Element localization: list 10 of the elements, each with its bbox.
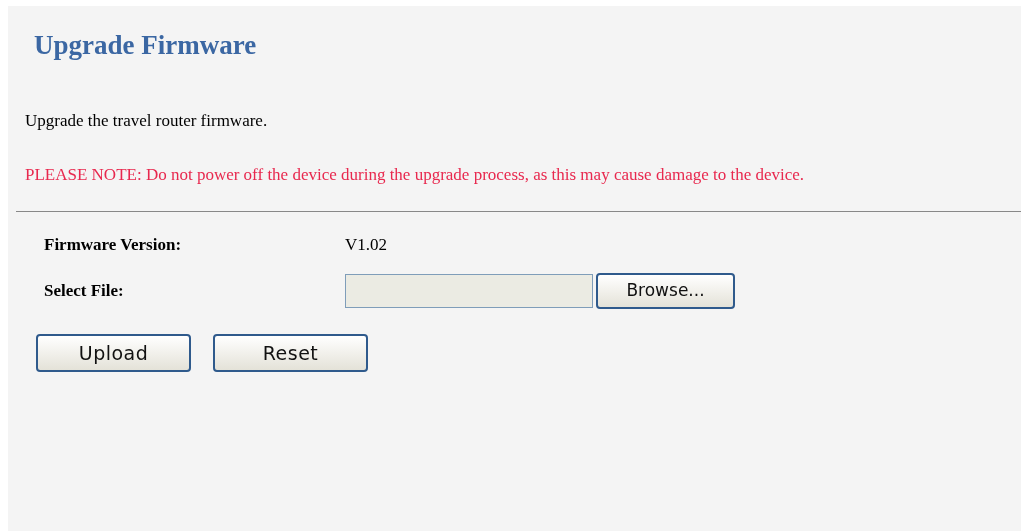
field-label: Firmware Version: bbox=[44, 235, 182, 255]
file-path-field[interactable] bbox=[345, 274, 593, 308]
field-label: Select File: bbox=[44, 281, 124, 301]
browse-button[interactable]: Browse... bbox=[596, 273, 735, 309]
warning-note: PLEASE NOTE: Do not power off the device during the upgrade process, as this may cause damage to the device. bbox=[25, 164, 806, 186]
upload-button[interactable]: Upload bbox=[36, 334, 191, 372]
reset-button[interactable]: Reset bbox=[213, 334, 368, 372]
description-text: Upgrade the travel router firmware. bbox=[25, 110, 268, 132]
page-title: Upgrade Firmware bbox=[34, 29, 257, 62]
firmware-version-value: V1.02 bbox=[345, 234, 388, 257]
